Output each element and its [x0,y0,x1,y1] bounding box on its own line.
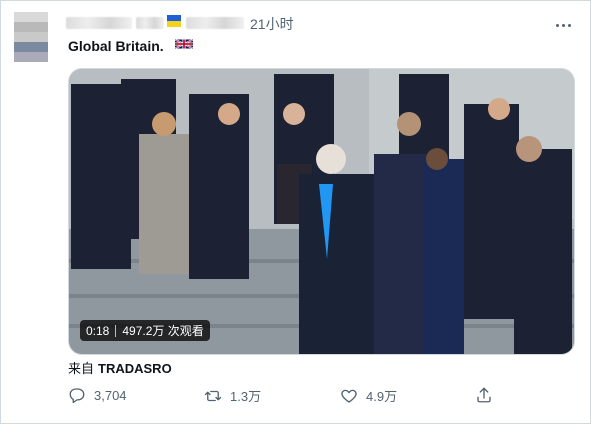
author-name-blurred[interactable] [66,17,132,29]
tweet-timestamp[interactable]: 21小时 [250,14,294,34]
video-duration: 0:18 [86,323,110,338]
tweet-text: Global Britain. [68,38,164,54]
tweet-actions: 3,704 1.3万 4.9万 [68,386,573,408]
badge-divider [115,324,117,337]
reply-button[interactable]: 3,704 [68,386,127,404]
retweet-button[interactable]: 1.3万 [204,386,261,405]
source-handle[interactable]: TRADASRO [98,361,172,376]
share-button[interactable] [475,386,493,404]
like-button[interactable]: 4.9万 [340,386,397,405]
source-label: 来自 [68,361,95,376]
author-handle-blurred[interactable] [186,17,244,29]
video-player[interactable] [68,68,575,355]
retweet-count: 1.3万 [230,389,262,404]
retweet-icon [204,390,222,401]
heart-icon [341,389,357,403]
video-frame [69,69,574,354]
video-source: 来自 TRADASRO [68,358,172,377]
uk-flag-icon [175,38,193,50]
reply-count: 3,704 [94,387,127,403]
ukraine-flag-icon [167,15,181,27]
avatar[interactable] [14,12,48,62]
video-views-badge: 0:18 497.2万 次观看 [80,320,210,341]
video-view-count: 497.2万 次观看 [122,324,204,338]
author-name-blurred-2[interactable] [136,17,164,29]
reply-icon [69,388,85,404]
like-count: 4.9万 [366,389,398,404]
share-icon [477,387,491,403]
more-icon[interactable] [556,14,576,30]
